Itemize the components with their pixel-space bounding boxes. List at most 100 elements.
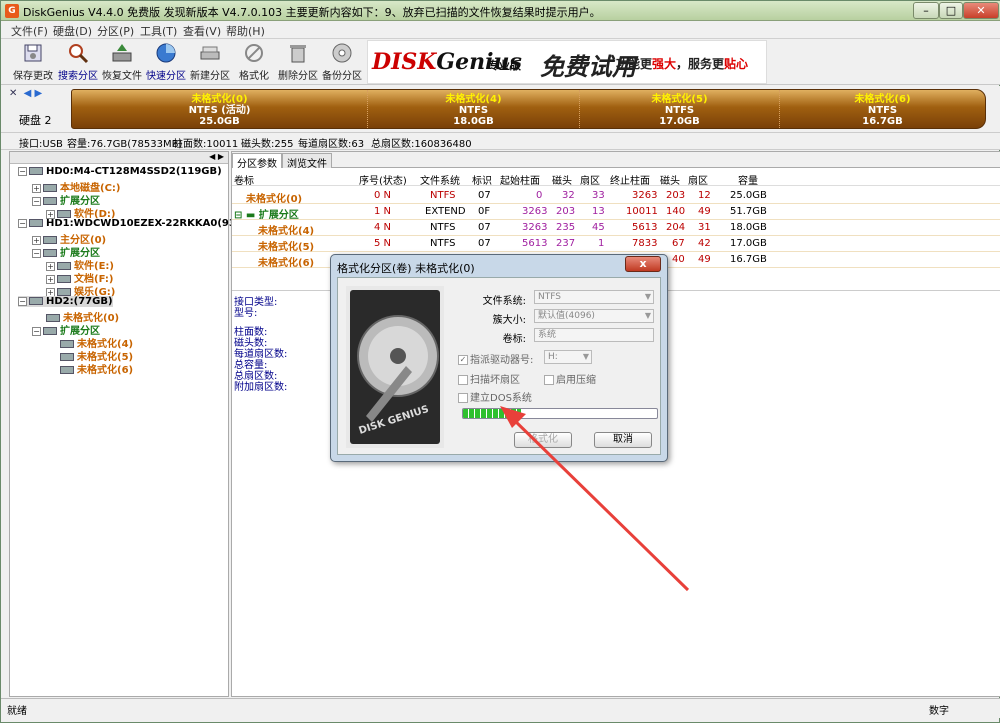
tree-toggle[interactable]: − (32, 327, 41, 336)
tree-node[interactable]: 未格式化(6) (60, 361, 133, 376)
row-start-cyl: 5613 (522, 238, 548, 249)
slogan-part-c: ，服务更 (676, 57, 725, 71)
col-start-sector[interactable]: 扇区 (580, 172, 600, 187)
partition-icon (43, 197, 57, 205)
partition-block[interactable]: 未格式化(5) NTFS 17.0GB (580, 90, 780, 128)
close-button[interactable]: ✕ (963, 2, 999, 19)
row-id: 07 (478, 238, 491, 249)
info-cylinders: 柱面数:10011 (173, 139, 239, 150)
assign-letter-label: 指派驱动器号: (470, 355, 534, 366)
cluster-size-select[interactable]: 默认值(4096) ▼ (534, 309, 654, 323)
new-partition-button[interactable]: 新建分区 (189, 41, 231, 83)
partition-block-name: 未格式化(6) (854, 94, 911, 105)
quick-partition-button[interactable]: 快速分区 (145, 41, 187, 83)
partition-icon (57, 275, 71, 283)
tree-toggle[interactable]: − (18, 219, 27, 228)
tree-node[interactable]: − HD0:M4-CT128M4SSD2(119GB) (18, 166, 222, 177)
row-index: 4 N (374, 222, 392, 233)
menu-file[interactable]: 文件(F) (11, 23, 48, 39)
col-start-head[interactable]: 磁头 (552, 172, 572, 187)
format-icon (245, 44, 263, 62)
menu-partition[interactable]: 分区(P) (97, 23, 134, 39)
partition-block-size: 17.0GB (659, 116, 700, 127)
save-button[interactable]: 保存更改 (12, 41, 54, 83)
drive-letter-select[interactable]: H: ▼ (544, 350, 592, 364)
tree-toggle[interactable]: − (32, 249, 41, 258)
row-start-head: 237 (556, 238, 576, 249)
row-start-cyl: 3263 (522, 222, 548, 233)
tree-toggle[interactable]: − (18, 167, 27, 176)
row-end-sector: 42 (698, 238, 711, 249)
col-end-cyl[interactable]: 终止柱面 (610, 172, 650, 187)
status-text: 就绪 (7, 706, 27, 717)
save-icon (24, 44, 42, 62)
col-index-status[interactable]: 序号(状态) (359, 172, 407, 187)
menu-view[interactable]: 查看(V) (183, 23, 221, 39)
info-capacity: 容量:76.7GB(78533MB) (67, 139, 183, 150)
menu-help[interactable]: 帮助(H) (226, 23, 265, 39)
backup-partition-button[interactable]: 备份分区 (321, 41, 363, 83)
menu-disk[interactable]: 硬盘(D) (53, 23, 92, 39)
partition-block[interactable]: 未格式化(0) NTFS (活动) 25.0GB (72, 90, 368, 128)
fs-value: NTFS (538, 292, 561, 302)
save-label: 保存更改 (13, 71, 53, 82)
assign-letter-checkbox[interactable]: ✓ 指派驱动器号: (458, 351, 533, 366)
tree-toggle[interactable]: − (32, 197, 41, 206)
tab-browse-files[interactable]: 浏览文件 (282, 153, 332, 170)
recover-icon (112, 44, 132, 62)
filesystem-select[interactable]: NTFS ▼ (534, 290, 654, 304)
banner-logo-disk: DISK (372, 49, 437, 75)
recover-files-button[interactable]: 恢复文件 (101, 41, 143, 83)
cancel-button[interactable]: 取消 (594, 432, 652, 448)
volume-label-label: 卷标: (502, 334, 526, 345)
search-partition-button[interactable]: 搜索分区 (57, 41, 99, 83)
col-start-cyl[interactable]: 起始柱面 (500, 172, 540, 187)
format-label: 格式化 (239, 71, 269, 82)
prev-disk-icon[interactable]: ◀ (24, 88, 32, 99)
format-confirm-button[interactable]: 格式化 (514, 432, 572, 448)
menu-tools[interactable]: 工具(T) (140, 23, 177, 39)
row-end-head: 67 (672, 238, 685, 249)
tree-node-selected[interactable]: − HD2:(77GB) (18, 296, 113, 307)
minimize-button[interactable]: – (913, 2, 939, 19)
row-end-cyl: 3263 (632, 190, 658, 201)
row-fs: EXTEND (425, 206, 466, 217)
tab-partition-params[interactable]: 分区参数 (232, 153, 282, 170)
dos-system-checkbox[interactable]: 建立DOS系统 (458, 389, 532, 404)
table-row[interactable]: ⊟ ▬ 扩展分区 1 N EXTEND 0F 3263 203 13 10011… (232, 204, 1000, 221)
compression-checkbox[interactable]: 启用压缩 (544, 371, 596, 386)
tree-node[interactable]: − HD1:WDCWD10EZEX-22RKKA0(932GB) (18, 218, 263, 229)
ad-banner[interactable]: DISKGenius 专业版 免费试用 功能更强大，服务更贴心 (367, 40, 767, 84)
window-title: DiskGenius V4.4.0 免费版 发现新版本 V4.7.0.103 主… (23, 6, 601, 19)
col-capacity[interactable]: 容量 (738, 172, 758, 187)
row-index: 1 N (374, 206, 392, 217)
dialog-close-button[interactable]: x (625, 256, 661, 272)
partition-block[interactable]: 未格式化(6) NTFS 16.7GB (780, 90, 985, 128)
table-row[interactable]: 未格式化(0) 0 N NTFS 07 0 32 33 3263 203 12 … (232, 188, 1000, 205)
disk-nav: ✕ ◀ ▶ (9, 88, 42, 99)
maximize-button[interactable]: □ (939, 2, 963, 19)
row-end-cyl: 7833 (632, 238, 658, 249)
delete-partition-button[interactable]: 删除分区 (277, 41, 319, 83)
table-row[interactable]: 未格式化(4) 4 N NTFS 07 3263 235 45 5613 204… (232, 220, 1000, 237)
partition-block[interactable]: 未格式化(4) NTFS 18.0GB (368, 90, 580, 128)
partition-icon (43, 236, 57, 244)
row-capacity: 18.0GB (730, 222, 767, 233)
tree-toggle[interactable]: − (18, 297, 27, 306)
title-bar: G DiskGenius V4.4.0 免费版 发现新版本 V4.7.0.103… (1, 1, 1000, 21)
slogan-part-a: 功能更 (616, 57, 653, 71)
col-end-sector[interactable]: 扇区 (688, 172, 708, 187)
col-end-head[interactable]: 磁头 (660, 172, 680, 187)
format-button[interactable]: 格式化 (233, 41, 275, 83)
col-id[interactable]: 标识 (472, 172, 492, 187)
info-sectors-per-track: 每道扇区数:63 (298, 139, 365, 150)
col-filesystem[interactable]: 文件系统 (420, 172, 460, 187)
col-volume-label[interactable]: 卷标 (234, 172, 254, 187)
compression-label: 启用压缩 (556, 375, 596, 386)
recover-files-label: 恢复文件 (102, 71, 142, 82)
table-row[interactable]: 未格式化(5) 5 N NTFS 07 5613 237 1 7833 67 4… (232, 236, 1000, 253)
volume-label-input[interactable]: 系统 (534, 328, 654, 342)
next-disk-icon[interactable]: ▶ (34, 88, 42, 99)
collapse-icon[interactable]: ✕ (9, 88, 17, 99)
scan-bad-sectors-checkbox[interactable]: 扫描坏扇区 (458, 371, 520, 386)
